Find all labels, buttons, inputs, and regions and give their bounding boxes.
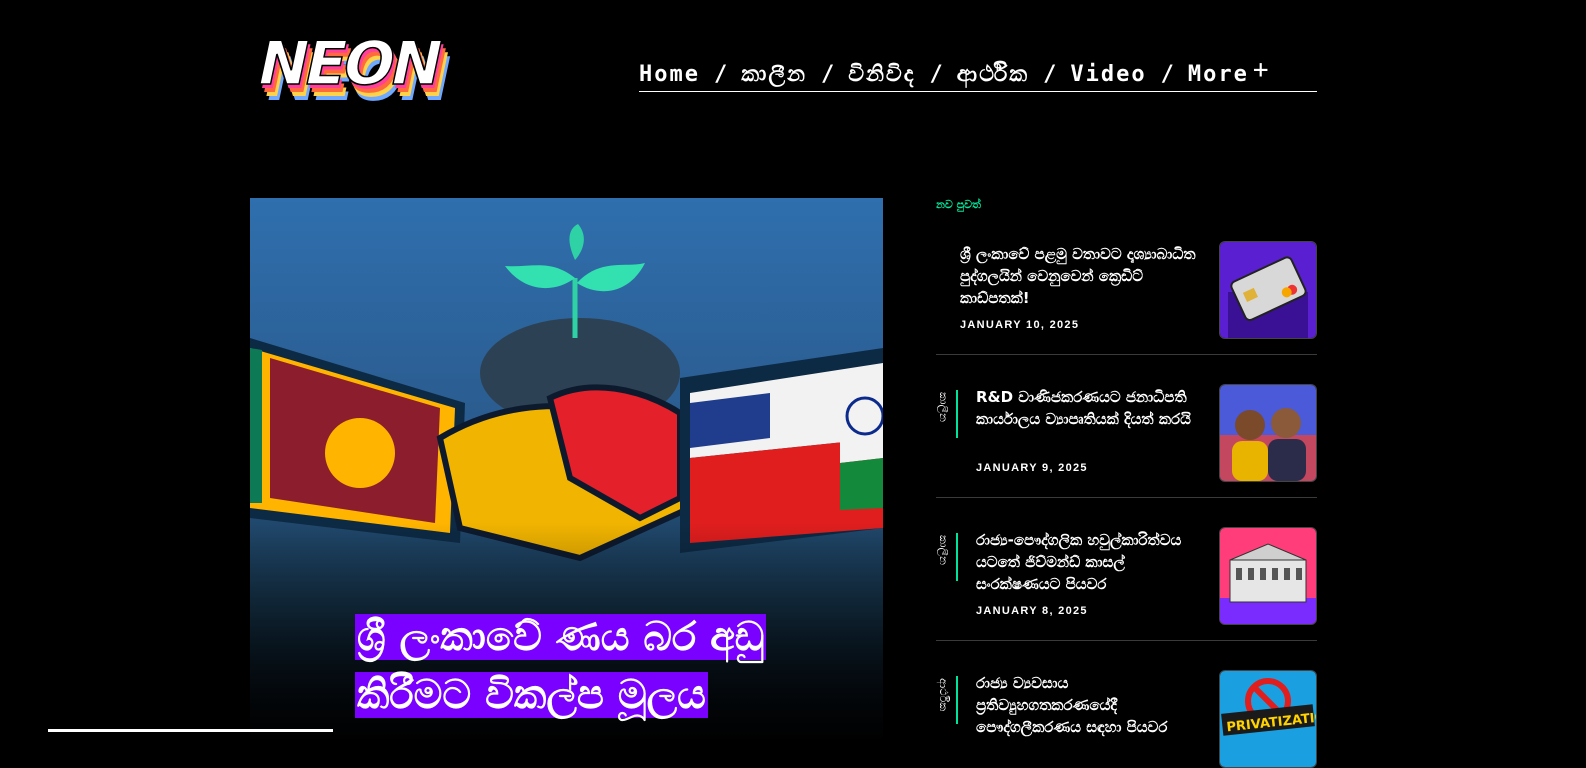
article-category[interactable]: කාලීන: [936, 535, 950, 565]
list-item[interactable]: කාලීන R&D වාණිජකරණයට ජනාධිපති කාර්යාලය ව…: [936, 384, 1317, 498]
privatization-image: PRIVATIZATION: [1220, 671, 1316, 767]
article-thumbnail[interactable]: [1219, 384, 1317, 482]
list-item[interactable]: ශ්‍රී ලංකාවේ පළමු වතාවට දෘශ්‍යාබාධිත පුද…: [936, 241, 1317, 355]
nav-separator: /: [713, 62, 728, 87]
article-title[interactable]: ශ්‍රී ලංකාවේ පළමු වතාවට දෘශ්‍යාබාධිත පුද…: [960, 243, 1196, 309]
svg-text:NEON: NEON: [251, 34, 446, 99]
article-date: JANUARY 8, 2025: [976, 605, 1088, 617]
credit-card-image: [1220, 242, 1316, 338]
article-title[interactable]: රාජ්‍ය-පෞද්ගලික හවුල්කාරිත්වය යටතේ ජිව්ම…: [976, 529, 1212, 595]
nav-separator: /: [821, 62, 835, 87]
heritage-building-image: [1220, 528, 1316, 624]
neon-logo[interactable]: NEON NEON NEON NEON NEON: [247, 29, 459, 116]
article-category[interactable]: ආර්ථික: [936, 678, 950, 711]
article-category[interactable]: කාලීන: [936, 392, 950, 422]
category-divider: [956, 676, 958, 724]
hero-title-text[interactable]: ශ්‍රී ලංකාවේ ණය බර අඩු කිරීමට විකල්ප මූල…: [355, 614, 767, 718]
sidebar-heading: නව පුවත්: [936, 198, 981, 211]
article-date: JANUARY 10, 2025: [960, 319, 1080, 331]
article-thumbnail[interactable]: [1219, 241, 1317, 339]
nav-separator: /: [1043, 62, 1057, 87]
nav-separator: /: [1160, 62, 1174, 87]
nav-current-affairs[interactable]: කාලීන: [741, 62, 807, 87]
category-divider: [956, 390, 958, 438]
scroll-indicator: [48, 729, 333, 732]
nav-investigative[interactable]: විනිවිද: [848, 62, 915, 87]
nav-separator: /: [929, 62, 943, 87]
main-nav: Home / කාලීන / විනිවිද / ආර්ථික / Video …: [639, 55, 1317, 92]
article-thumbnail[interactable]: PRIVATIZATION: [1219, 670, 1317, 768]
article-date: JANUARY 9, 2025: [976, 462, 1088, 474]
category-divider: [956, 533, 958, 581]
hero-article[interactable]: ශ්‍රී ලංකාවේ ණය බර අඩු කිරීමට විකල්ප මූල…: [250, 198, 883, 739]
plus-icon[interactable]: +: [1253, 55, 1271, 85]
neon-logo-icon: NEON NEON NEON NEON NEON: [250, 29, 454, 115]
article-title[interactable]: රාජ්‍ය ව්‍යවසාය ප්‍රතිව්‍යුහගතකරණයේදී පෞ…: [976, 672, 1212, 738]
hero-title[interactable]: ශ්‍රී ලංකාවේ ණය බර අඩු කිරීමට විකල්ප මූල…: [355, 608, 875, 724]
list-item[interactable]: ආර්ථික රාජ්‍ය ව්‍යවසාය ප්‍රතිව්‍යුහගතකරණ…: [936, 670, 1317, 768]
list-item[interactable]: කාලීන රාජ්‍ය-පෞද්ගලික හවුල්කාරිත්වය යටතේ…: [936, 527, 1317, 641]
nav-economy[interactable]: ආර්ථික: [957, 62, 1029, 87]
nav-video[interactable]: Video: [1070, 62, 1146, 87]
nav-more[interactable]: More: [1188, 62, 1249, 87]
officials-portrait-image: [1220, 385, 1316, 481]
article-title[interactable]: R&D වාණිජකරණයට ජනාධිපති කාර්යාලය ව්‍යාපෘ…: [976, 386, 1212, 430]
nav-home[interactable]: Home: [639, 62, 700, 87]
article-thumbnail[interactable]: [1219, 527, 1317, 625]
